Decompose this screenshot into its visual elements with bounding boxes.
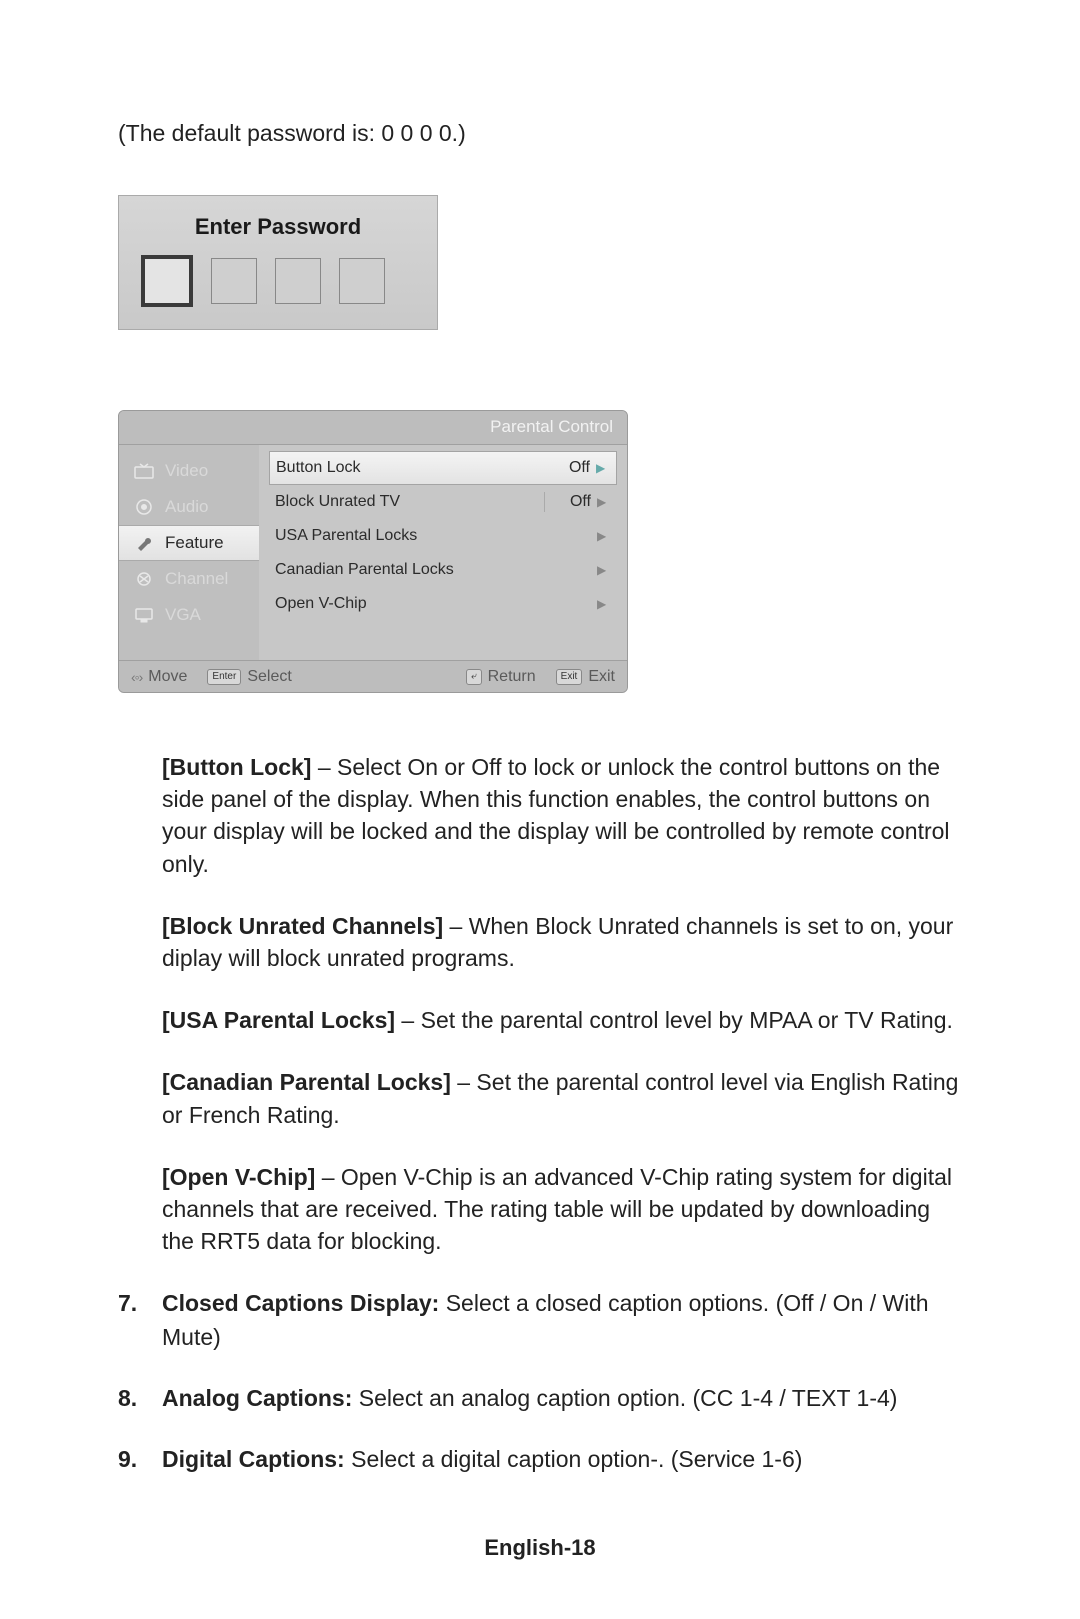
sidebar-item-label: Channel — [165, 569, 228, 589]
separator — [544, 492, 545, 512]
osd-row-block-unrated[interactable]: Block Unrated TV Off ▶ — [269, 485, 617, 519]
footer-select: Enter Select — [207, 668, 291, 686]
chevron-right-icon: ▶ — [597, 495, 611, 509]
exit-key-icon: Exit — [556, 669, 583, 685]
osd-row-value: Off — [548, 459, 596, 477]
footer-return: ⤶ Return — [466, 668, 536, 686]
sidebar-item-video[interactable]: Video — [119, 453, 259, 489]
sidebar-item-label: Video — [165, 461, 208, 481]
osd-menu: Parental Control Video Audio Feature — [118, 410, 628, 693]
password-box: Enter Password — [118, 195, 438, 330]
sidebar-item-label: Audio — [165, 497, 208, 517]
desc-open-vchip: [Open V-Chip] – Open V-Chip is an advanc… — [162, 1161, 962, 1258]
return-key-icon: ⤶ — [466, 669, 482, 685]
enter-key-icon: Enter — [207, 669, 241, 685]
list-item-number: 9. — [118, 1443, 162, 1476]
descriptions: [Button Lock] – Select On or Off to lock… — [118, 751, 962, 1257]
desc-canadian-locks: [Canadian Parental Locks] – Set the pare… — [162, 1066, 962, 1130]
password-box-title: Enter Password — [135, 214, 421, 240]
osd-row-label: Block Unrated TV — [275, 493, 540, 511]
osd-row-button-lock[interactable]: Button Lock Off ▶ — [269, 451, 617, 485]
osd-row-label: Button Lock — [276, 459, 548, 477]
sidebar-item-feature[interactable]: Feature — [119, 525, 259, 561]
antenna-icon — [133, 570, 155, 588]
osd-row-canadian-locks[interactable]: Canadian Parental Locks ▶ — [269, 553, 617, 587]
list-item-9: 9. Digital Captions: Select a digital ca… — [118, 1443, 962, 1476]
chevron-right-icon: ▶ — [596, 461, 610, 475]
osd-row-value: Off — [549, 493, 597, 511]
nav-arrows-icon: ‹◦› — [131, 669, 142, 685]
monitor-icon — [133, 606, 155, 624]
desc-button-lock: [Button Lock] – Select On or Off to lock… — [162, 751, 962, 880]
page-footer: English-18 — [0, 1535, 1080, 1561]
osd-row-label: USA Parental Locks — [275, 527, 549, 545]
osd-sidebar: Video Audio Feature Channel VGA — [119, 445, 259, 660]
osd-row-open-vchip[interactable]: Open V-Chip ▶ — [269, 587, 617, 621]
osd-content: Button Lock Off ▶ Block Unrated TV Off ▶… — [259, 445, 627, 660]
desc-block-unrated: [Block Unrated Channels] – When Block Un… — [162, 910, 962, 974]
wrench-icon — [133, 534, 155, 552]
list-item-8: 8. Analog Captions: Select an analog cap… — [118, 1382, 962, 1415]
list-item-number: 7. — [118, 1287, 162, 1354]
osd-row-usa-locks[interactable]: USA Parental Locks ▶ — [269, 519, 617, 553]
footer-move-label: Move — [148, 668, 187, 686]
password-digit-4[interactable] — [339, 258, 385, 304]
numbered-list: 7. Closed Captions Display: Select a clo… — [118, 1287, 962, 1476]
osd-row-label: Canadian Parental Locks — [275, 561, 549, 579]
password-digits — [135, 258, 421, 307]
footer-move: ‹◦› Move — [131, 668, 187, 686]
desc-usa-locks: [USA Parental Locks] – Set the parental … — [162, 1004, 962, 1036]
chevron-right-icon: ▶ — [597, 529, 611, 543]
footer-select-label: Select — [247, 668, 291, 686]
sidebar-item-audio[interactable]: Audio — [119, 489, 259, 525]
chevron-right-icon: ▶ — [597, 597, 611, 611]
footer-exit-label: Exit — [588, 668, 615, 686]
sidebar-item-label: VGA — [165, 605, 201, 625]
sidebar-item-channel[interactable]: Channel — [119, 561, 259, 597]
list-item-7: 7. Closed Captions Display: Select a clo… — [118, 1287, 962, 1354]
footer-exit: Exit Exit — [556, 668, 615, 686]
osd-title: Parental Control — [490, 417, 613, 437]
osd-footer: ‹◦› Move Enter Select ⤶ Return Exit Exit — [119, 660, 627, 692]
password-digit-3[interactable] — [275, 258, 321, 304]
osd-titlebar: Parental Control — [119, 411, 627, 445]
sidebar-item-label: Feature — [165, 533, 224, 553]
list-item-number: 8. — [118, 1382, 162, 1415]
password-digit-2[interactable] — [211, 258, 257, 304]
osd-row-label: Open V-Chip — [275, 595, 549, 613]
footer-return-label: Return — [488, 668, 536, 686]
speaker-icon — [133, 498, 155, 516]
intro-text: (The default password is: 0 0 0 0.) — [118, 120, 962, 147]
password-digit-1[interactable] — [141, 255, 193, 307]
tv-icon — [133, 462, 155, 480]
sidebar-item-vga[interactable]: VGA — [119, 597, 259, 633]
chevron-right-icon: ▶ — [597, 563, 611, 577]
